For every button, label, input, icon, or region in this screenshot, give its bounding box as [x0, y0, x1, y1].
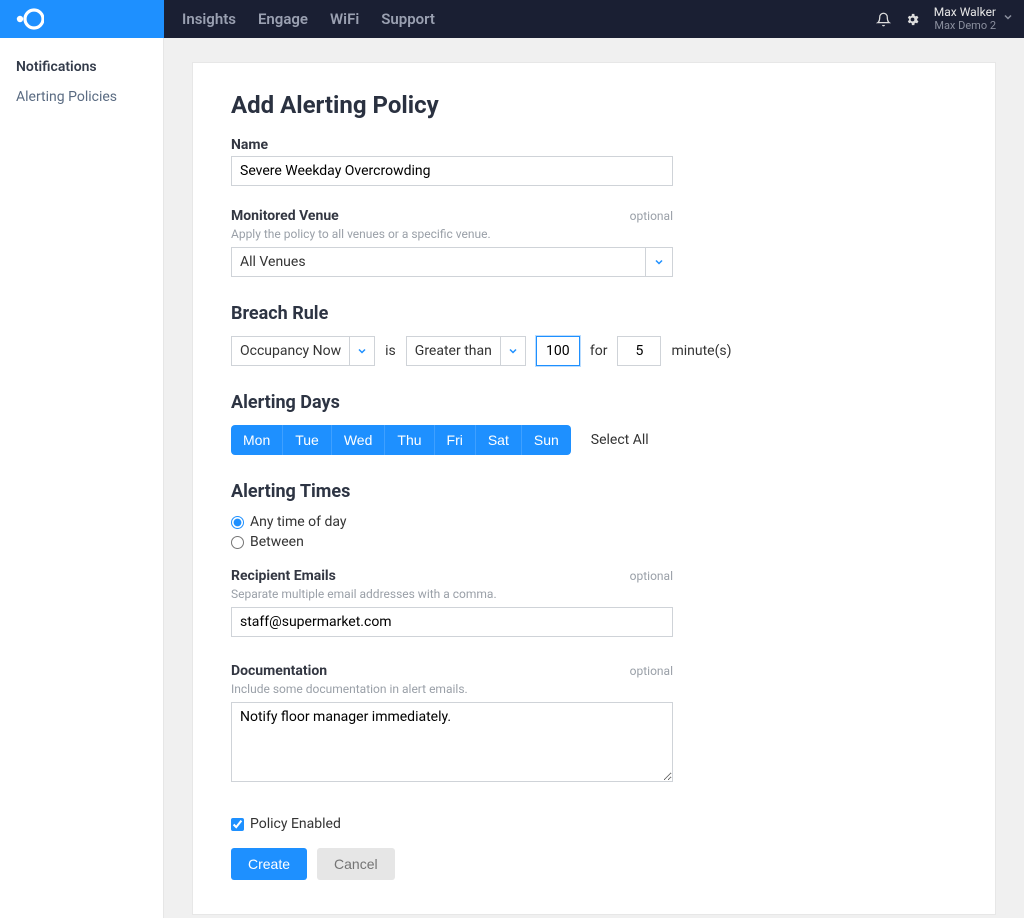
topnav-right: Max Walker Max Demo 2	[876, 6, 1024, 31]
create-button[interactable]: Create	[231, 848, 307, 880]
venue-select[interactable]: All Venues	[231, 247, 673, 277]
sidebar-item-notifications[interactable]: Notifications	[0, 52, 163, 82]
gear-icon[interactable]	[905, 12, 920, 27]
duration-input[interactable]	[617, 336, 661, 366]
breach-rule-row: Occupancy Now is Greater than for minute…	[231, 336, 957, 366]
emails-optional: optional	[630, 569, 673, 583]
days-heading: Alerting Days	[231, 392, 957, 413]
threshold-input[interactable]	[536, 336, 580, 366]
nav-wifi[interactable]: WiFi	[330, 10, 359, 28]
metric-select[interactable]: Occupancy Now	[231, 336, 375, 366]
doc-label: Documentation	[231, 663, 327, 679]
times-heading: Alerting Times	[231, 481, 957, 502]
user-name: Max Walker	[934, 6, 996, 19]
policy-enabled-label: Policy Enabled	[250, 816, 341, 832]
topbar: Insights Engage WiFi Support Max Walker …	[0, 0, 1024, 38]
name-label: Name	[231, 137, 957, 153]
user-menu[interactable]: Max Walker Max Demo 2	[934, 6, 1014, 31]
content-area: Add Alerting Policy Name Monitored Venue…	[164, 38, 1024, 918]
metric-select-value: Occupancy Now	[231, 336, 349, 366]
radio-anytime[interactable]	[231, 516, 244, 529]
for-text: for	[590, 343, 608, 359]
policy-enabled-checkbox[interactable]	[231, 818, 244, 831]
radio-between-label: Between	[250, 534, 304, 550]
day-sat[interactable]: Sat	[476, 425, 522, 455]
form-card: Add Alerting Policy Name Monitored Venue…	[192, 62, 996, 915]
doc-textarea[interactable]	[231, 702, 673, 782]
bell-icon[interactable]	[876, 12, 891, 27]
cancel-button[interactable]: Cancel	[317, 848, 395, 880]
venue-select-value: All Venues	[231, 247, 645, 277]
day-sun[interactable]: Sun	[522, 425, 571, 455]
days-button-group: Mon Tue Wed Thu Fri Sat Sun	[231, 425, 571, 455]
chevron-down-icon	[645, 247, 673, 277]
logo[interactable]	[0, 0, 164, 38]
sidebar-item-label: Notifications	[16, 59, 97, 75]
sidebar-item-alerting-policies[interactable]: Alerting Policies	[0, 82, 163, 112]
venue-hint: Apply the policy to all venues or a spec…	[231, 227, 957, 241]
day-tue[interactable]: Tue	[283, 425, 332, 455]
sidebar-item-label: Alerting Policies	[16, 89, 117, 105]
select-all-days[interactable]: Select All	[591, 432, 649, 448]
radio-between[interactable]	[231, 536, 244, 549]
doc-optional: optional	[630, 664, 673, 678]
page-title: Add Alerting Policy	[231, 91, 957, 119]
day-thu[interactable]: Thu	[385, 425, 434, 455]
emails-label: Recipient Emails	[231, 568, 336, 584]
breach-heading: Breach Rule	[231, 303, 957, 324]
chevron-down-icon	[349, 336, 375, 366]
nav-support[interactable]: Support	[381, 10, 435, 28]
chevron-down-icon	[1002, 11, 1014, 27]
chevron-down-icon	[500, 336, 526, 366]
sidebar: Notifications Alerting Policies	[0, 38, 164, 918]
logo-icon	[14, 7, 44, 31]
day-mon[interactable]: Mon	[231, 425, 283, 455]
doc-hint: Include some documentation in alert emai…	[231, 682, 957, 696]
user-subtitle: Max Demo 2	[934, 20, 996, 32]
emails-hint: Separate multiple email addresses with a…	[231, 587, 957, 601]
comparator-select[interactable]: Greater than	[406, 336, 526, 366]
comparator-select-value: Greater than	[406, 336, 500, 366]
venue-optional: optional	[630, 209, 673, 223]
nav-engage[interactable]: Engage	[258, 10, 308, 28]
is-text: is	[385, 343, 396, 359]
topnav: Insights Engage WiFi Support	[164, 10, 876, 28]
day-wed[interactable]: Wed	[332, 425, 386, 455]
radio-anytime-label: Any time of day	[250, 514, 346, 530]
nav-insights[interactable]: Insights	[182, 10, 236, 28]
day-fri[interactable]: Fri	[435, 425, 476, 455]
emails-input[interactable]	[231, 607, 673, 637]
venue-label: Monitored Venue	[231, 208, 339, 224]
name-input[interactable]	[231, 156, 673, 186]
minutes-text: minute(s)	[671, 343, 731, 359]
